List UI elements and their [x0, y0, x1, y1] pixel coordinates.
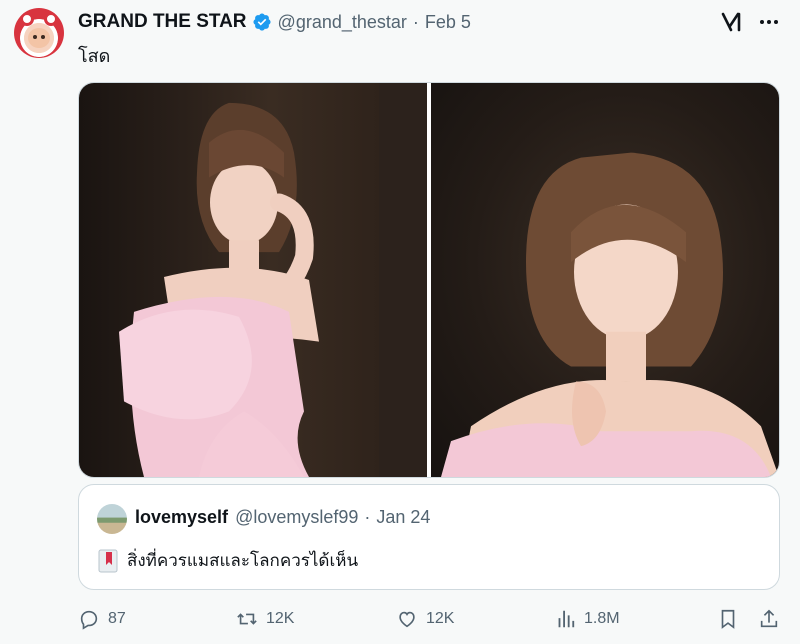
views-count: 1.8M	[584, 610, 620, 627]
analytics-icon	[558, 610, 575, 628]
grok-icon[interactable]	[718, 8, 746, 36]
avatar-ear	[44, 12, 58, 26]
separator-dot: ·	[412, 11, 419, 32]
media-grid	[78, 82, 780, 478]
quote-header: lovemyself @lovemyslef99 · Jan 24	[135, 507, 430, 528]
tweet-header: GRAND THE STAR @grand_thestar · Feb 5	[78, 10, 471, 34]
photo-right-illustration	[441, 152, 779, 477]
quote-author-name: lovemyself	[135, 507, 229, 527]
quote-author-handle: @lovemyslef99	[235, 507, 359, 527]
action-bar: 87 12K 12K 1.8M	[78, 600, 783, 640]
tweet-date[interactable]: Feb 5	[425, 12, 471, 33]
quote-text-row: สิ่งที่ควรแมสและโลกควรได้เห็น	[97, 547, 358, 574]
share-icon	[760, 609, 778, 628]
like-button[interactable]: 12K	[396, 608, 454, 630]
heart-icon	[399, 611, 415, 628]
quote-date: Jan 24	[376, 507, 431, 527]
views-button[interactable]: 1.8M	[554, 608, 620, 630]
bookmark-button[interactable]	[717, 608, 739, 630]
reply-icon	[80, 610, 98, 630]
repost-count: 12K	[266, 610, 295, 627]
avatar-ear	[20, 12, 34, 26]
author-avatar[interactable]	[14, 8, 64, 58]
avatar-eye	[33, 35, 37, 39]
photo-left-illustration	[119, 83, 427, 477]
repost-button[interactable]: 12K	[236, 608, 294, 630]
separator-dot: ·	[364, 507, 371, 527]
avatar-face	[28, 28, 50, 48]
tweet-text: โสด	[78, 46, 111, 67]
quote-author-avatar[interactable]	[97, 504, 127, 534]
author-handle[interactable]: @grand_thestar	[278, 12, 407, 33]
author-name[interactable]: GRAND THE STAR	[78, 11, 247, 33]
photo-right[interactable]	[431, 83, 779, 477]
repost-icon	[237, 613, 257, 625]
verified-badge-icon	[253, 13, 271, 31]
reply-button[interactable]: 87	[78, 608, 126, 630]
bookmark-icon	[721, 609, 735, 629]
like-count: 12K	[426, 610, 455, 627]
quoted-tweet[interactable]: lovemyself @lovemyslef99 · Jan 24 สิ่งที…	[78, 484, 780, 590]
photo-left[interactable]	[79, 83, 427, 477]
share-button[interactable]	[758, 608, 780, 630]
quote-text: สิ่งที่ควรแมสและโลกควรได้เห็น	[127, 551, 359, 571]
avatar-eye	[41, 35, 45, 39]
more-options-icon[interactable]	[757, 10, 781, 34]
bookmark-emoji-icon	[98, 549, 118, 572]
reply-count: 87	[108, 610, 126, 627]
